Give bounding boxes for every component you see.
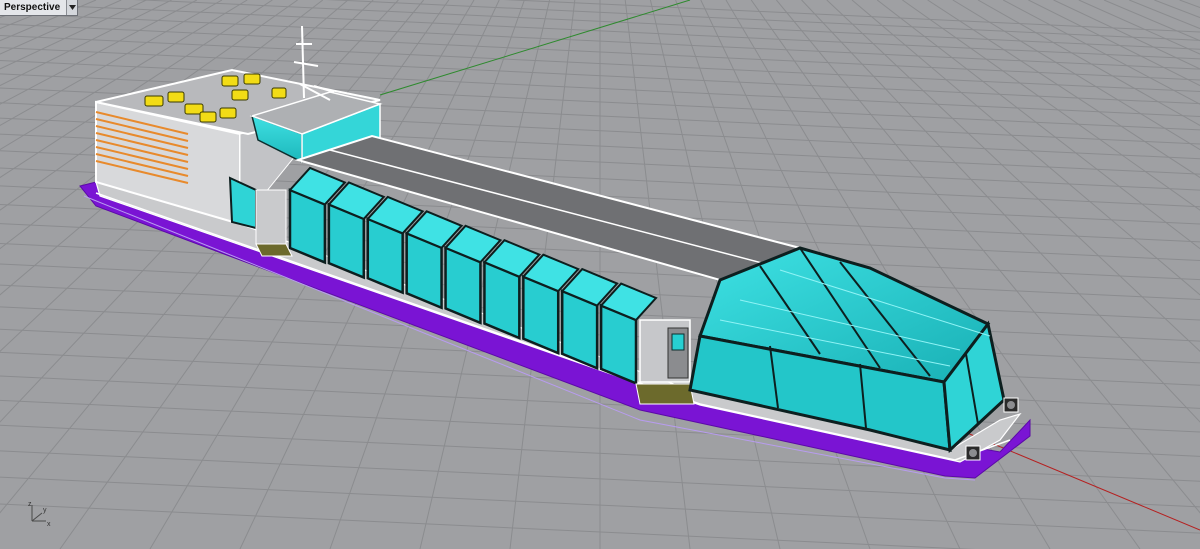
aft-door-mat [255,243,293,257]
model-scene[interactable] [0,0,1200,549]
axis-z-label: z [28,501,32,508]
grid-line [0,0,21,9]
bollard-port [965,445,981,461]
axis-x-label: x [47,521,51,528]
mid-door-mat [635,383,695,405]
grid-line [1002,0,1200,105]
perspective-viewport[interactable]: Perspective z y x [0,0,1200,549]
chevron-down-icon[interactable] [66,0,78,15]
grid-line [1053,0,1200,70]
grid-line [0,0,147,70]
grid-line [0,0,71,30]
grid-line [1129,0,1200,30]
aft-door [255,189,287,245]
bollard-starboard [1003,397,1019,413]
ferry-model[interactable] [79,25,1031,481]
y-axis-line [379,0,691,96]
grid-line [0,0,122,55]
mid-door-window [671,333,685,351]
viewport-tab[interactable]: Perspective [0,0,79,16]
viewport-title[interactable]: Perspective [0,0,66,15]
grid-line [1179,0,1200,9]
grid-line [0,0,198,105]
axis-y-label: y [43,507,47,514]
axis-triad-icon: z y x [28,501,51,528]
